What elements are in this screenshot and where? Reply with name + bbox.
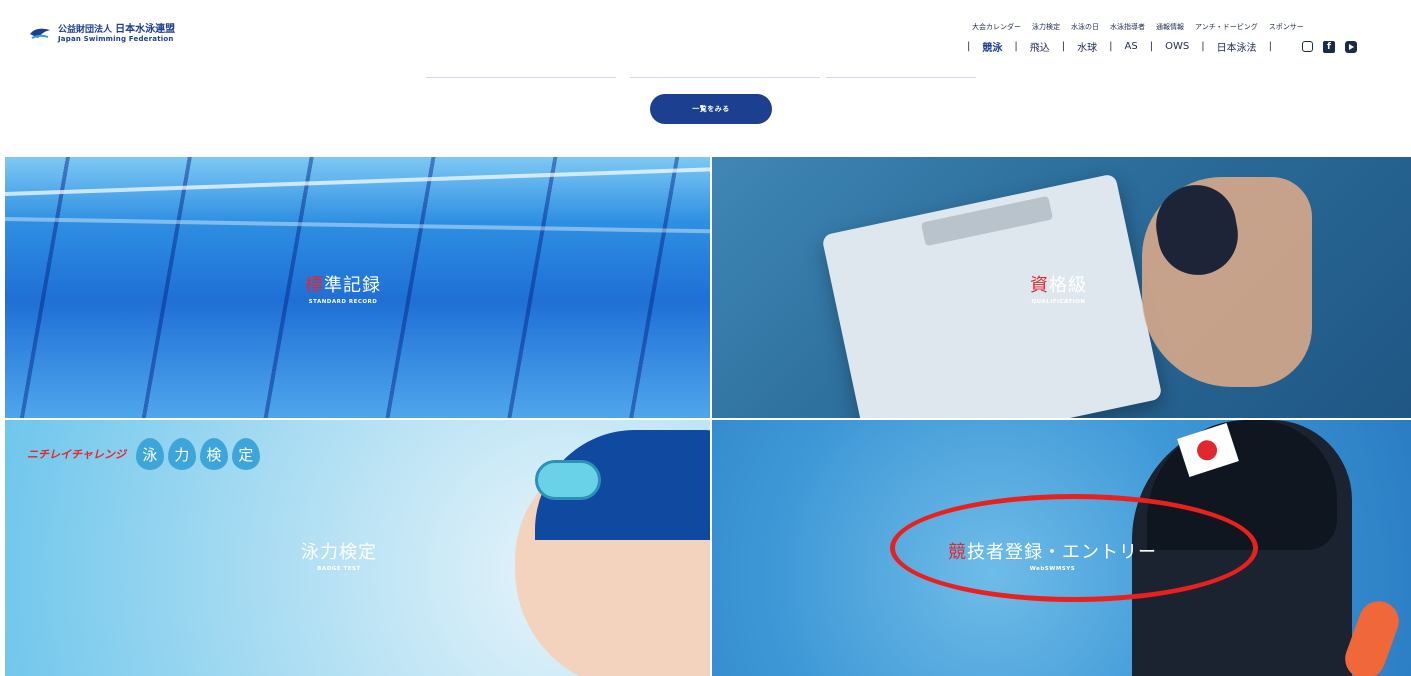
view-all-button[interactable]: 一覧をみる (650, 94, 772, 124)
nav-separator: | (967, 41, 971, 52)
nav-separator: | (1109, 41, 1113, 52)
news-item-faded[interactable] (826, 6, 976, 86)
nav-separator: | (1061, 41, 1066, 52)
nav-separator: | (1014, 41, 1018, 52)
tile-badge-test[interactable]: ニチレイチャレンジ 泳 力 検 定 泳力検定 BADGE TEST (5, 420, 710, 676)
drop-icon: 泳 (135, 438, 164, 470)
tile-qualification[interactable]: 資格級 QUALIFICATION (712, 157, 1411, 418)
nav-anti-doping[interactable]: アンチ・ドーピング (1195, 22, 1258, 32)
instagram-icon[interactable] (1301, 41, 1313, 52)
badge-test-banner: ニチレイチャレンジ 泳 力 検 定 (27, 438, 260, 470)
sport-tab-ows[interactable]: OWS (1165, 41, 1189, 52)
nav-sponsor[interactable]: スポンサー (1269, 22, 1304, 32)
nav-badge-test[interactable]: 泳力検定 (1032, 22, 1060, 32)
nav-separator: | (1268, 41, 1272, 52)
facebook-icon[interactable]: f (1322, 40, 1335, 53)
tile-qualification-label: 資格級 QUALIFICATION (1030, 275, 1087, 305)
nav-separator: | (1149, 41, 1154, 52)
logo-jp-name: 日本水泳連盟 (115, 24, 176, 36)
news-item-faded[interactable] (630, 6, 820, 86)
drop-icon: 検 (199, 438, 228, 470)
jasf-logo-icon (28, 22, 52, 46)
tile-standard-record-label: 標準記録 STANDARD RECORD (305, 275, 381, 305)
nav-separator: | (1201, 41, 1205, 52)
tile-badge-test-label: 泳力検定 BADGE TEST (301, 542, 377, 572)
utility-nav: 大会カレンダー 泳力検定 水泳の日 水泳指導者 通報情報 アンチ・ドーピング ス… (972, 22, 1304, 32)
sport-tab-diving[interactable]: 飛込 (1030, 39, 1050, 54)
nav-report[interactable]: 通報情報 (1156, 22, 1184, 32)
sport-tab-waterpolo[interactable]: 水球 (1077, 39, 1097, 54)
tile-athlete-entry-label: 競技者登録・エントリー WebSWMSYS (948, 542, 1157, 572)
site-logo[interactable]: 公益財団法人 日本水泳連盟 Japan Swimming Federation (28, 22, 175, 46)
tile-athlete-entry[interactable]: 競技者登録・エントリー WebSWMSYS (712, 420, 1411, 676)
logo-jp-small: 公益財団法人 (58, 25, 113, 36)
sport-tab-as[interactable]: AS (1125, 41, 1138, 52)
tile-standard-record[interactable]: 標準記録 STANDARD RECORD (5, 157, 710, 418)
swim-cap-image (1147, 420, 1337, 550)
social-links: f (1301, 40, 1357, 53)
nav-swim-day[interactable]: 水泳の日 (1071, 22, 1099, 32)
drop-icon: 力 (167, 438, 196, 470)
drop-icon: 定 (231, 438, 260, 470)
news-item-faded[interactable] (426, 6, 616, 86)
goggle-image (535, 460, 601, 500)
youtube-icon[interactable] (1344, 40, 1357, 53)
nav-calendar[interactable]: 大会カレンダー (972, 22, 1021, 32)
sport-nav: | 競泳 | 飛込 | 水球 | AS | OWS | 日本泳法 | f (955, 39, 1357, 54)
nichirei-challenge-brand: ニチレイチャレンジ (27, 448, 126, 461)
logo-en: Japan Swimming Federation (58, 35, 174, 44)
sport-tab-swimming[interactable]: 競泳 (982, 39, 1002, 54)
sport-tab-nihon-eiho[interactable]: 日本泳法 (1217, 39, 1257, 54)
nav-instructors[interactable]: 水泳指導者 (1110, 22, 1145, 32)
site-header: 公益財団法人 日本水泳連盟 Japan Swimming Federation … (0, 0, 1411, 150)
